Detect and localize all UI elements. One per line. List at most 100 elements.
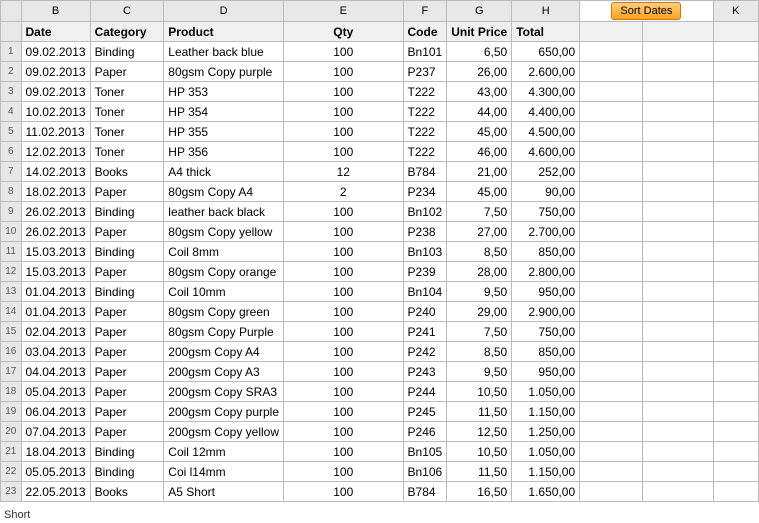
cell-unit-price: 9,50 <box>447 282 512 302</box>
row-number: 5 <box>1 122 22 142</box>
cell-unit-price: 12,50 <box>447 422 512 442</box>
cell-empty-k <box>713 82 758 102</box>
table-row: 14 01.04.2013 Paper 80gsm Copy green 100… <box>1 302 759 322</box>
cell-code: P244 <box>403 382 447 402</box>
cell-unit-price: 10,50 <box>447 442 512 462</box>
row-number: 1 <box>1 42 22 62</box>
cell-empty-i <box>580 362 643 382</box>
cell-unit-price: 7,50 <box>447 202 512 222</box>
cell-product: 80gsm Copy green <box>164 302 284 322</box>
cell-product: Coi l14mm <box>164 462 284 482</box>
cell-empty-k <box>713 282 758 302</box>
header-total: Total <box>512 22 580 42</box>
cell-empty-i <box>580 462 643 482</box>
cell-product: Coil 8mm <box>164 242 284 262</box>
table-row: 1 09.02.2013 Binding Leather back blue 1… <box>1 42 759 62</box>
cell-empty-k <box>713 182 758 202</box>
col-label-f: F <box>403 1 447 22</box>
cell-category: Paper <box>90 402 164 422</box>
cell-empty-k <box>713 202 758 222</box>
cell-date: 05.04.2013 <box>21 382 90 402</box>
cell-qty: 100 <box>284 82 404 102</box>
cell-category: Paper <box>90 182 164 202</box>
cell-unit-price: 6,50 <box>447 42 512 62</box>
cell-product: HP 356 <box>164 142 284 162</box>
cell-qty: 100 <box>284 402 404 422</box>
cell-date: 22.05.2013 <box>21 482 90 502</box>
table-row: 9 26.02.2013 Binding leather back black … <box>1 202 759 222</box>
cell-empty-k <box>713 242 758 262</box>
cell-category: Toner <box>90 142 164 162</box>
cell-total: 850,00 <box>512 242 580 262</box>
cell-total: 1.650,00 <box>512 482 580 502</box>
row-number: 22 <box>1 462 22 482</box>
table-row: 22 05.05.2013 Binding Coi l14mm 100 Bn10… <box>1 462 759 482</box>
cell-total: 950,00 <box>512 362 580 382</box>
cell-empty-j <box>643 162 713 182</box>
cell-empty-i <box>580 102 643 122</box>
cell-product: Leather back blue <box>164 42 284 62</box>
row-number: 8 <box>1 182 22 202</box>
cell-unit-price: 21,00 <box>447 162 512 182</box>
cell-unit-price: 16,50 <box>447 482 512 502</box>
cell-code: B784 <box>403 482 447 502</box>
row-number: 9 <box>1 202 22 222</box>
cell-total: 1.250,00 <box>512 422 580 442</box>
table-row: 6 12.02.2013 Toner HP 356 100 T222 46,00… <box>1 142 759 162</box>
row-number: 17 <box>1 362 22 382</box>
cell-category: Paper <box>90 302 164 322</box>
cell-code: Bn103 <box>403 242 447 262</box>
cell-product: 80gsm Copy A4 <box>164 182 284 202</box>
cell-empty-j <box>643 102 713 122</box>
cell-date: 12.02.2013 <box>21 142 90 162</box>
cell-total: 2.900,00 <box>512 302 580 322</box>
cell-date: 03.04.2013 <box>21 342 90 362</box>
cell-date: 15.03.2013 <box>21 262 90 282</box>
cell-unit-price: 29,00 <box>447 302 512 322</box>
cell-code: P240 <box>403 302 447 322</box>
cell-category: Toner <box>90 102 164 122</box>
cell-code: P234 <box>403 182 447 202</box>
cell-date: 01.04.2013 <box>21 282 90 302</box>
cell-qty: 100 <box>284 342 404 362</box>
cell-code: T222 <box>403 82 447 102</box>
cell-code: P241 <box>403 322 447 342</box>
cell-empty-i <box>580 162 643 182</box>
cell-unit-price: 11,50 <box>447 402 512 422</box>
row-number: 2 <box>1 62 22 82</box>
cell-category: Paper <box>90 362 164 382</box>
cell-empty-k <box>713 382 758 402</box>
cell-total: 4.400,00 <box>512 102 580 122</box>
cell-category: Binding <box>90 462 164 482</box>
cell-category: Paper <box>90 322 164 342</box>
cell-product: HP 354 <box>164 102 284 122</box>
cell-code: T222 <box>403 102 447 122</box>
cell-category: Toner <box>90 122 164 142</box>
cell-unit-price: 44,00 <box>447 102 512 122</box>
cell-category: Binding <box>90 242 164 262</box>
cell-date: 09.02.2013 <box>21 62 90 82</box>
table-row: 15 02.04.2013 Paper 80gsm Copy Purple 10… <box>1 322 759 342</box>
cell-unit-price: 9,50 <box>447 362 512 382</box>
cell-date: 04.04.2013 <box>21 362 90 382</box>
cell-category: Binding <box>90 282 164 302</box>
cell-empty-k <box>713 442 758 462</box>
cell-empty-i <box>580 322 643 342</box>
cell-empty-j <box>643 482 713 502</box>
col-label-c: C <box>90 1 164 22</box>
header-qty: Qty <box>284 22 404 42</box>
cell-empty-j <box>643 302 713 322</box>
cell-date: 10.02.2013 <box>21 102 90 122</box>
sort-dates-button[interactable]: Sort Dates <box>611 2 681 20</box>
cell-empty-k <box>713 402 758 422</box>
table-row: 20 07.04.2013 Paper 200gsm Copy yellow 1… <box>1 422 759 442</box>
cell-total: 2.600,00 <box>512 62 580 82</box>
cell-empty-j <box>643 202 713 222</box>
cell-empty-i <box>580 402 643 422</box>
cell-product: 80gsm Copy orange <box>164 262 284 282</box>
cell-qty: 100 <box>284 322 404 342</box>
cell-product: 200gsm Copy yellow <box>164 422 284 442</box>
cell-product: HP 353 <box>164 82 284 102</box>
cell-unit-price: 45,00 <box>447 182 512 202</box>
cell-empty-j <box>643 242 713 262</box>
